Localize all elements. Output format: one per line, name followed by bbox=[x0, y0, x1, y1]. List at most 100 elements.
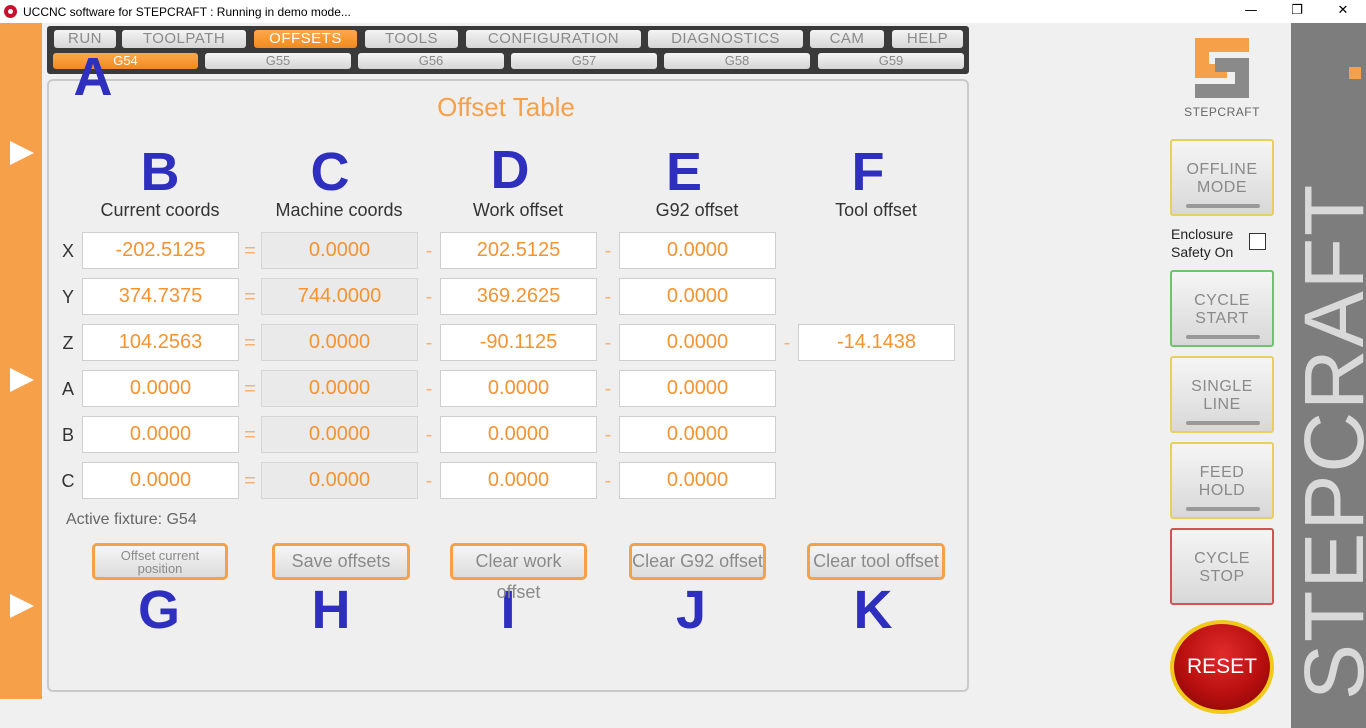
button-label-line2: position bbox=[137, 561, 183, 576]
machine-coord-y: 744.0000 bbox=[261, 278, 418, 315]
button-indicator-bar bbox=[1186, 507, 1260, 511]
current-coord-b[interactable]: 0.0000 bbox=[82, 416, 239, 453]
maximize-button[interactable]: ❐ bbox=[1274, 0, 1320, 23]
work-offset-b[interactable]: 0.0000 bbox=[440, 416, 597, 453]
current-coord-x[interactable]: -202.5125 bbox=[82, 232, 239, 269]
tab-help[interactable]: HELP bbox=[892, 30, 963, 48]
button-label-line2: START bbox=[1195, 310, 1249, 327]
tab-configuration[interactable]: CONFIGURATION bbox=[466, 30, 641, 48]
annotation-label: H bbox=[311, 580, 351, 640]
tab-cam[interactable]: CAM bbox=[810, 30, 884, 48]
work-offset-a[interactable]: 0.0000 bbox=[440, 370, 597, 407]
annotation-label: F bbox=[851, 142, 885, 202]
work-offset-z[interactable]: -90.1125 bbox=[440, 324, 597, 361]
machine-coord-z: 0.0000 bbox=[261, 324, 418, 361]
stepcraft-logo-icon bbox=[1195, 38, 1249, 98]
current-coord-y[interactable]: 374.7375 bbox=[82, 278, 239, 315]
axis-label-b: B bbox=[61, 425, 74, 445]
equals-sign: = bbox=[244, 332, 256, 354]
work-offset-y[interactable]: 369.2625 bbox=[440, 278, 597, 315]
expand-arrow-icon[interactable] bbox=[10, 594, 34, 618]
close-button[interactable]: ✕ bbox=[1320, 0, 1366, 23]
axis-label-x: X bbox=[61, 241, 74, 261]
active-fixture-label: Active fixture: G54 bbox=[66, 511, 197, 528]
window-title: UCCNC software for STEPCRAFT : Running i… bbox=[23, 5, 351, 19]
left-panel-strip bbox=[0, 23, 42, 699]
minus-sign: - bbox=[783, 332, 791, 354]
equals-sign: = bbox=[244, 424, 256, 446]
annotation-label: A bbox=[73, 47, 113, 107]
tool-offset-z[interactable]: -14.1438 bbox=[798, 324, 955, 361]
save-offsets-button[interactable]: Save offsets bbox=[272, 543, 410, 580]
button-label-line2: HOLD bbox=[1198, 482, 1246, 499]
equals-sign: = bbox=[244, 378, 256, 400]
g92-offset-x[interactable]: 0.0000 bbox=[619, 232, 776, 269]
current-coord-z[interactable]: 104.2563 bbox=[82, 324, 239, 361]
feed-hold-button[interactable]: FEED HOLD bbox=[1170, 442, 1274, 519]
axis-label-y: Y bbox=[61, 287, 74, 307]
minimize-button[interactable]: — bbox=[1228, 0, 1274, 23]
annotation-label: B bbox=[140, 142, 180, 202]
annotation-label: C bbox=[310, 142, 350, 202]
tab-toolpath[interactable]: TOOLPATH bbox=[122, 30, 246, 48]
tab-offsets[interactable]: OFFSETS bbox=[254, 30, 357, 48]
current-coord-a[interactable]: 0.0000 bbox=[82, 370, 239, 407]
machine-coord-b: 0.0000 bbox=[261, 416, 418, 453]
column-header-tool-offset: Tool offset bbox=[835, 200, 917, 220]
tab-tools[interactable]: TOOLS bbox=[365, 30, 458, 48]
cycle-start-button[interactable]: CYCLE START bbox=[1170, 270, 1274, 347]
subtab-g56[interactable]: G56 bbox=[358, 53, 504, 69]
button-label-line1: CYCLE bbox=[1194, 550, 1250, 567]
button-label-line1: CYCLE bbox=[1194, 292, 1250, 309]
subtab-g58[interactable]: G58 bbox=[664, 53, 810, 69]
subtab-g57[interactable]: G57 bbox=[511, 53, 657, 69]
minus-sign: - bbox=[425, 332, 433, 354]
button-indicator-bar bbox=[1186, 335, 1260, 339]
enclosure-safety-checkbox[interactable] bbox=[1249, 233, 1266, 250]
minus-sign: - bbox=[604, 424, 612, 446]
work-offset-c[interactable]: 0.0000 bbox=[440, 462, 597, 499]
offset-current-position-button[interactable]: Offset current position bbox=[92, 543, 228, 580]
work-offset-x[interactable]: 202.5125 bbox=[440, 232, 597, 269]
offline-mode-button[interactable]: OFFLINE MODE bbox=[1170, 139, 1274, 216]
expand-arrow-icon[interactable] bbox=[10, 141, 34, 165]
cycle-stop-button[interactable]: CYCLE STOP bbox=[1170, 528, 1274, 605]
clear-tool-offset-button[interactable]: Clear tool offset bbox=[807, 543, 945, 580]
g92-offset-y[interactable]: 0.0000 bbox=[619, 278, 776, 315]
column-header-machine-coords: Machine coords bbox=[275, 200, 403, 220]
tab-run[interactable]: RUN bbox=[54, 30, 116, 48]
minus-sign: - bbox=[425, 240, 433, 262]
single-line-button[interactable]: SINGLE LINE bbox=[1170, 356, 1274, 433]
g92-offset-c[interactable]: 0.0000 bbox=[619, 462, 776, 499]
axis-label-c: C bbox=[61, 471, 75, 491]
logo-wordmark: STEPCRAFT bbox=[1184, 105, 1260, 119]
brand-vertical-text: STEPCRAFT bbox=[1287, 182, 1366, 700]
button-indicator-bar bbox=[1186, 204, 1260, 208]
annotation-label: J bbox=[675, 580, 707, 640]
g92-offset-z[interactable]: 0.0000 bbox=[619, 324, 776, 361]
enclosure-label-line2: Safety On bbox=[1171, 244, 1234, 260]
annotation-label: K bbox=[853, 580, 893, 640]
stepcraft-logo bbox=[1187, 34, 1257, 101]
page-title: Offset Table bbox=[437, 92, 575, 122]
subtab-g55[interactable]: G55 bbox=[205, 53, 351, 69]
annotation-label: E bbox=[665, 142, 703, 202]
current-coord-c[interactable]: 0.0000 bbox=[82, 462, 239, 499]
minus-sign: - bbox=[425, 470, 433, 492]
minus-sign: - bbox=[604, 378, 612, 400]
reset-button[interactable]: RESET bbox=[1170, 620, 1274, 714]
column-header-current-coords: Current coords bbox=[100, 200, 220, 220]
g92-offset-b[interactable]: 0.0000 bbox=[619, 416, 776, 453]
button-label-line1: SINGLE bbox=[1191, 378, 1253, 395]
clear-g92-offset-button[interactable]: Clear G92 offset bbox=[629, 543, 766, 580]
tab-diagnostics[interactable]: DIAGNOSTICS bbox=[648, 30, 803, 48]
subtab-g59[interactable]: G59 bbox=[818, 53, 964, 69]
clear-work-offset-button[interactable]: Clear work offset bbox=[450, 543, 587, 602]
machine-coord-a: 0.0000 bbox=[261, 370, 418, 407]
annotation-label: G bbox=[137, 580, 180, 640]
button-label-line2: MODE bbox=[1197, 179, 1247, 196]
button-label-line1: FEED bbox=[1199, 464, 1245, 481]
g92-offset-a[interactable]: 0.0000 bbox=[619, 370, 776, 407]
expand-arrow-icon[interactable] bbox=[10, 368, 34, 392]
equals-sign: = bbox=[244, 240, 256, 262]
